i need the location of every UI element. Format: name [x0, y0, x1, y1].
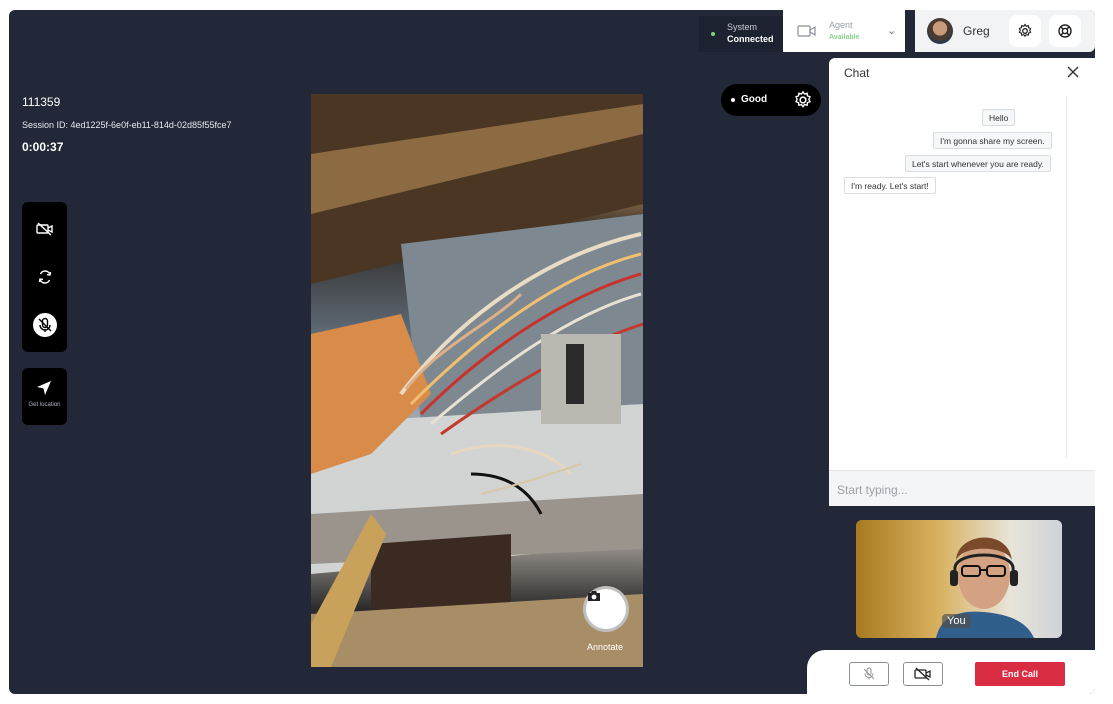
chat-scrollbar[interactable] — [1066, 96, 1072, 458]
stop-video-button[interactable] — [903, 662, 943, 686]
chat-input[interactable]: Start typing... — [829, 470, 1095, 506]
get-location-label: Get location — [28, 402, 61, 408]
agent-status-dropdown[interactable]: Agent Available ⌄ — [783, 10, 905, 52]
annotate-snapshot-button[interactable] — [583, 586, 629, 632]
top-status-bar: System Connected Agent Available ⌄ Greg — [699, 10, 1095, 52]
chevron-down-icon: ⌄ — [887, 25, 897, 37]
camera-off-icon — [914, 667, 931, 681]
agent-status-text: Available — [829, 34, 860, 41]
call-controls-panel — [22, 202, 67, 352]
help-button[interactable] — [1049, 15, 1081, 47]
help-lifebuoy-icon — [1058, 24, 1072, 38]
connection-quality-pill: Good — [721, 84, 821, 116]
annotate-label: Annotate — [586, 642, 624, 652]
mic-off-icon — [33, 313, 57, 337]
quality-dot — [731, 98, 735, 102]
agent-label: Agent — [829, 20, 853, 30]
chat-message: Let's start whenever you are ready. — [905, 155, 1051, 172]
session-id: Session ID: 4ed1225f-6e0f-eb11-814d-02d8… — [22, 120, 232, 130]
video-camera-icon — [797, 25, 816, 37]
system-label: System — [727, 22, 758, 32]
app-window: System Connected Agent Available ⌄ Greg — [9, 10, 1095, 694]
chat-message: I'm gonna share my screen. — [933, 132, 1052, 149]
user-area: Greg — [915, 10, 1095, 52]
chat-message: Hello — [982, 109, 1016, 126]
settings-gear-icon — [1018, 23, 1032, 38]
switch-camera-button[interactable] — [32, 264, 58, 290]
video-frame-image — [311, 94, 643, 667]
user-name: Greg — [963, 24, 990, 38]
session-number: 111359 — [22, 95, 61, 109]
connection-quality-text: Good — [741, 94, 768, 105]
remote-video-feed[interactable]: Annotate — [311, 94, 643, 667]
location-arrow-icon — [37, 381, 51, 395]
settings-button[interactable] — [1009, 15, 1041, 47]
get-location-button[interactable]: Get location — [22, 368, 67, 425]
switch-camera-icon — [38, 270, 52, 284]
avatar[interactable] — [927, 18, 953, 44]
bottom-call-bar: End Call — [807, 650, 1095, 694]
status-dot — [711, 32, 715, 36]
chat-title: Chat — [844, 66, 870, 80]
toggle-camera-button[interactable] — [32, 216, 58, 242]
mic-off-icon — [863, 667, 875, 680]
system-status-text: Connected — [727, 34, 774, 44]
camera-off-icon — [36, 222, 53, 236]
self-view-label: You — [942, 614, 971, 628]
video-settings-gear-icon[interactable] — [793, 90, 813, 110]
end-call-button[interactable]: End Call — [975, 662, 1065, 686]
mute-button[interactable] — [849, 662, 889, 686]
chat-message: I'm ready. Let's start! — [844, 177, 936, 194]
session-info: 111359 Session ID: 4ed1225f-6e0f-eb11-81… — [22, 95, 232, 154]
call-timer: 0:00:37 — [22, 140, 64, 154]
system-status: System Connected — [699, 16, 783, 52]
self-view-video: You — [856, 520, 1062, 638]
mute-mic-button[interactable] — [32, 312, 58, 338]
camera-icon — [588, 591, 600, 601]
close-icon[interactable] — [1065, 64, 1081, 80]
chat-panel: Chat Hello I'm gonna share my screen. Le… — [829, 58, 1095, 506]
